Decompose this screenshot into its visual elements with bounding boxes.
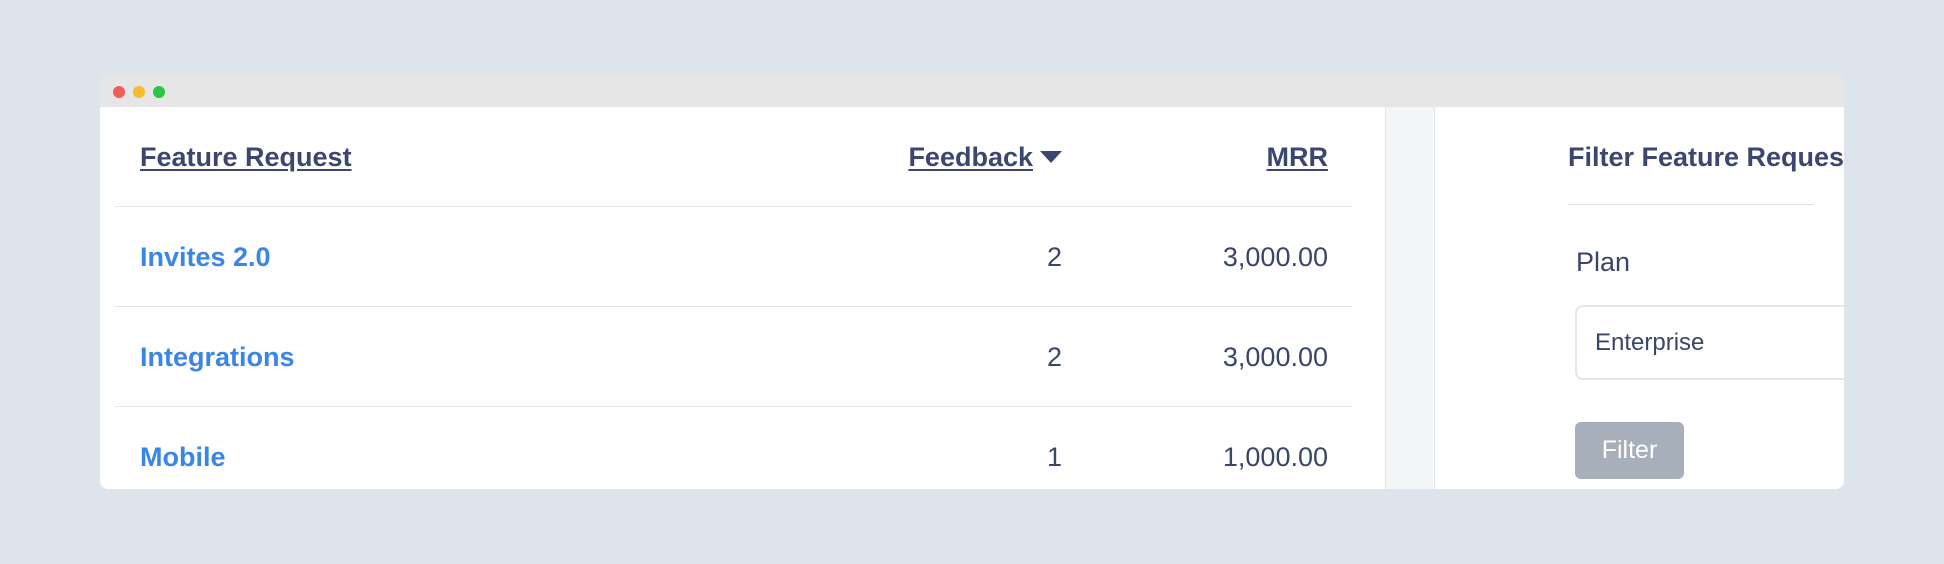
sidebar-title: Filter Feature Requests (1568, 142, 1844, 172)
table-row: Invites 2.0 2 3,000.00 (115, 207, 1352, 307)
sidebar-divider (1568, 204, 1814, 205)
filter-sidebar: Filter Feature Requests Plan Enterprise … (1435, 107, 1844, 489)
app-window: Feature Request Feedback MRR Invites 2.0… (100, 75, 1844, 489)
table-header: Feature Request Feedback MRR (115, 107, 1352, 207)
table-row: Mobile 1 1,000.00 (115, 407, 1352, 489)
maximize-window-button[interactable] (153, 86, 165, 98)
plan-label: Plan (1576, 247, 1631, 277)
window-titlebar (100, 75, 1844, 107)
column-header-feedback-label[interactable]: Feedback (908, 142, 1033, 172)
close-window-button[interactable] (113, 86, 125, 98)
mrr-value: 1,000.00 (1222, 442, 1328, 472)
table-row: Integrations 2 3,000.00 (115, 307, 1352, 407)
feature-request-link[interactable]: Mobile (140, 407, 226, 489)
plan-select-value: Enterprise (1595, 329, 1705, 356)
feedback-count: 2 (1046, 342, 1062, 372)
feedback-count: 2 (1046, 242, 1062, 272)
minimize-window-button[interactable] (133, 86, 145, 98)
caret-down-icon[interactable] (1040, 151, 1062, 163)
panel-divider (1385, 107, 1435, 489)
mrr-value: 3,000.00 (1222, 342, 1328, 372)
plan-select[interactable]: Enterprise (1575, 305, 1844, 380)
filter-button[interactable]: Filter (1575, 422, 1684, 479)
column-header-feedback[interactable]: Feedback (908, 107, 1062, 207)
feature-request-link[interactable]: Integrations (140, 307, 295, 407)
feature-requests-table: Feature Request Feedback MRR Invites 2.0… (100, 107, 1385, 489)
feature-request-link[interactable]: Invites 2.0 (140, 207, 271, 307)
feedback-count: 1 (1046, 442, 1062, 472)
mrr-value: 3,000.00 (1222, 242, 1328, 272)
column-header-feature-request[interactable]: Feature Request (140, 107, 352, 207)
column-header-mrr[interactable]: MRR (1267, 107, 1329, 207)
